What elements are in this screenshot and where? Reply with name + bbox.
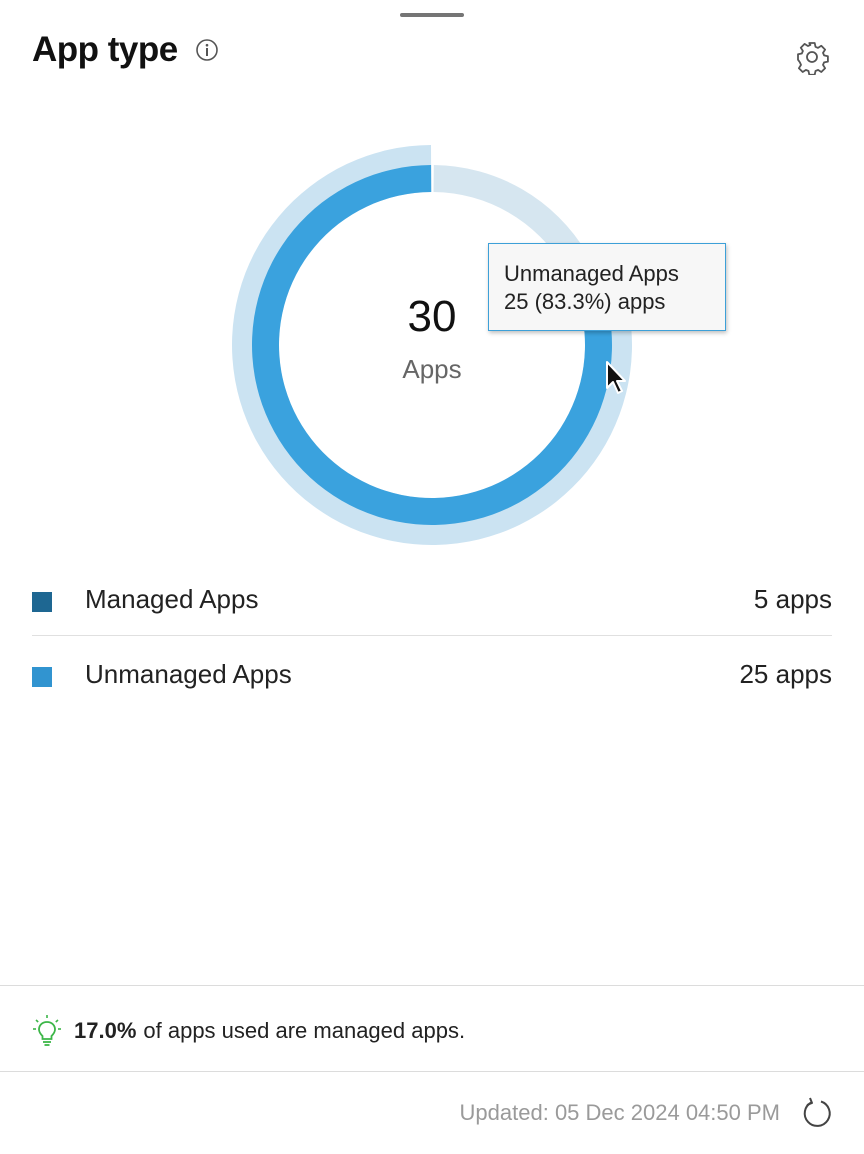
app-type-card: App type 30 Apps Unmanaged Apps 25 (83.3… — [0, 0, 864, 1154]
lightbulb-icon — [33, 1015, 61, 1046]
insight-divider-top — [0, 985, 864, 986]
info-icon[interactable] — [195, 38, 219, 62]
tooltip-detail: 25 (83.3%) apps — [504, 289, 666, 314]
legend-divider — [32, 635, 832, 636]
refresh-icon[interactable] — [800, 1096, 834, 1130]
insight-highlight: 17.0% — [74, 1018, 137, 1043]
legend-label: Unmanaged Apps — [85, 659, 292, 689]
card-title: App type — [32, 30, 178, 69]
legend-item-managed-apps[interactable]: Managed Apps 5 apps — [32, 562, 832, 636]
app-type-donut-chart — [231, 145, 632, 545]
legend-value: 5 apps — [753, 584, 832, 614]
footer-divider — [0, 1071, 864, 1072]
insight-text: of apps used are managed apps. — [143, 1018, 466, 1043]
legend-label: Managed Apps — [85, 584, 259, 614]
insight-message: 17.0% of apps used are managed apps. — [32, 1014, 465, 1048]
legend-item-unmanaged-apps[interactable]: Unmanaged Apps 25 apps — [32, 637, 832, 711]
managed-apps-swatch — [32, 592, 52, 612]
chart-tooltip: Unmanaged Apps 25 (83.3%) apps — [488, 243, 726, 331]
gear-icon[interactable] — [794, 39, 830, 75]
tooltip-title: Unmanaged Apps — [504, 261, 679, 286]
unmanaged-apps-swatch — [32, 667, 52, 687]
mouse-pointer-icon — [606, 361, 626, 394]
total-apps-label: Apps — [402, 354, 462, 384]
drag-handle[interactable] — [400, 13, 464, 17]
last-updated-timestamp: Updated: 05 Dec 2024 04:50 PM — [459, 1100, 780, 1125]
legend-value: 25 apps — [739, 659, 832, 689]
donut-slice-unmanaged-apps-hover-halo[interactable] — [231, 145, 632, 545]
